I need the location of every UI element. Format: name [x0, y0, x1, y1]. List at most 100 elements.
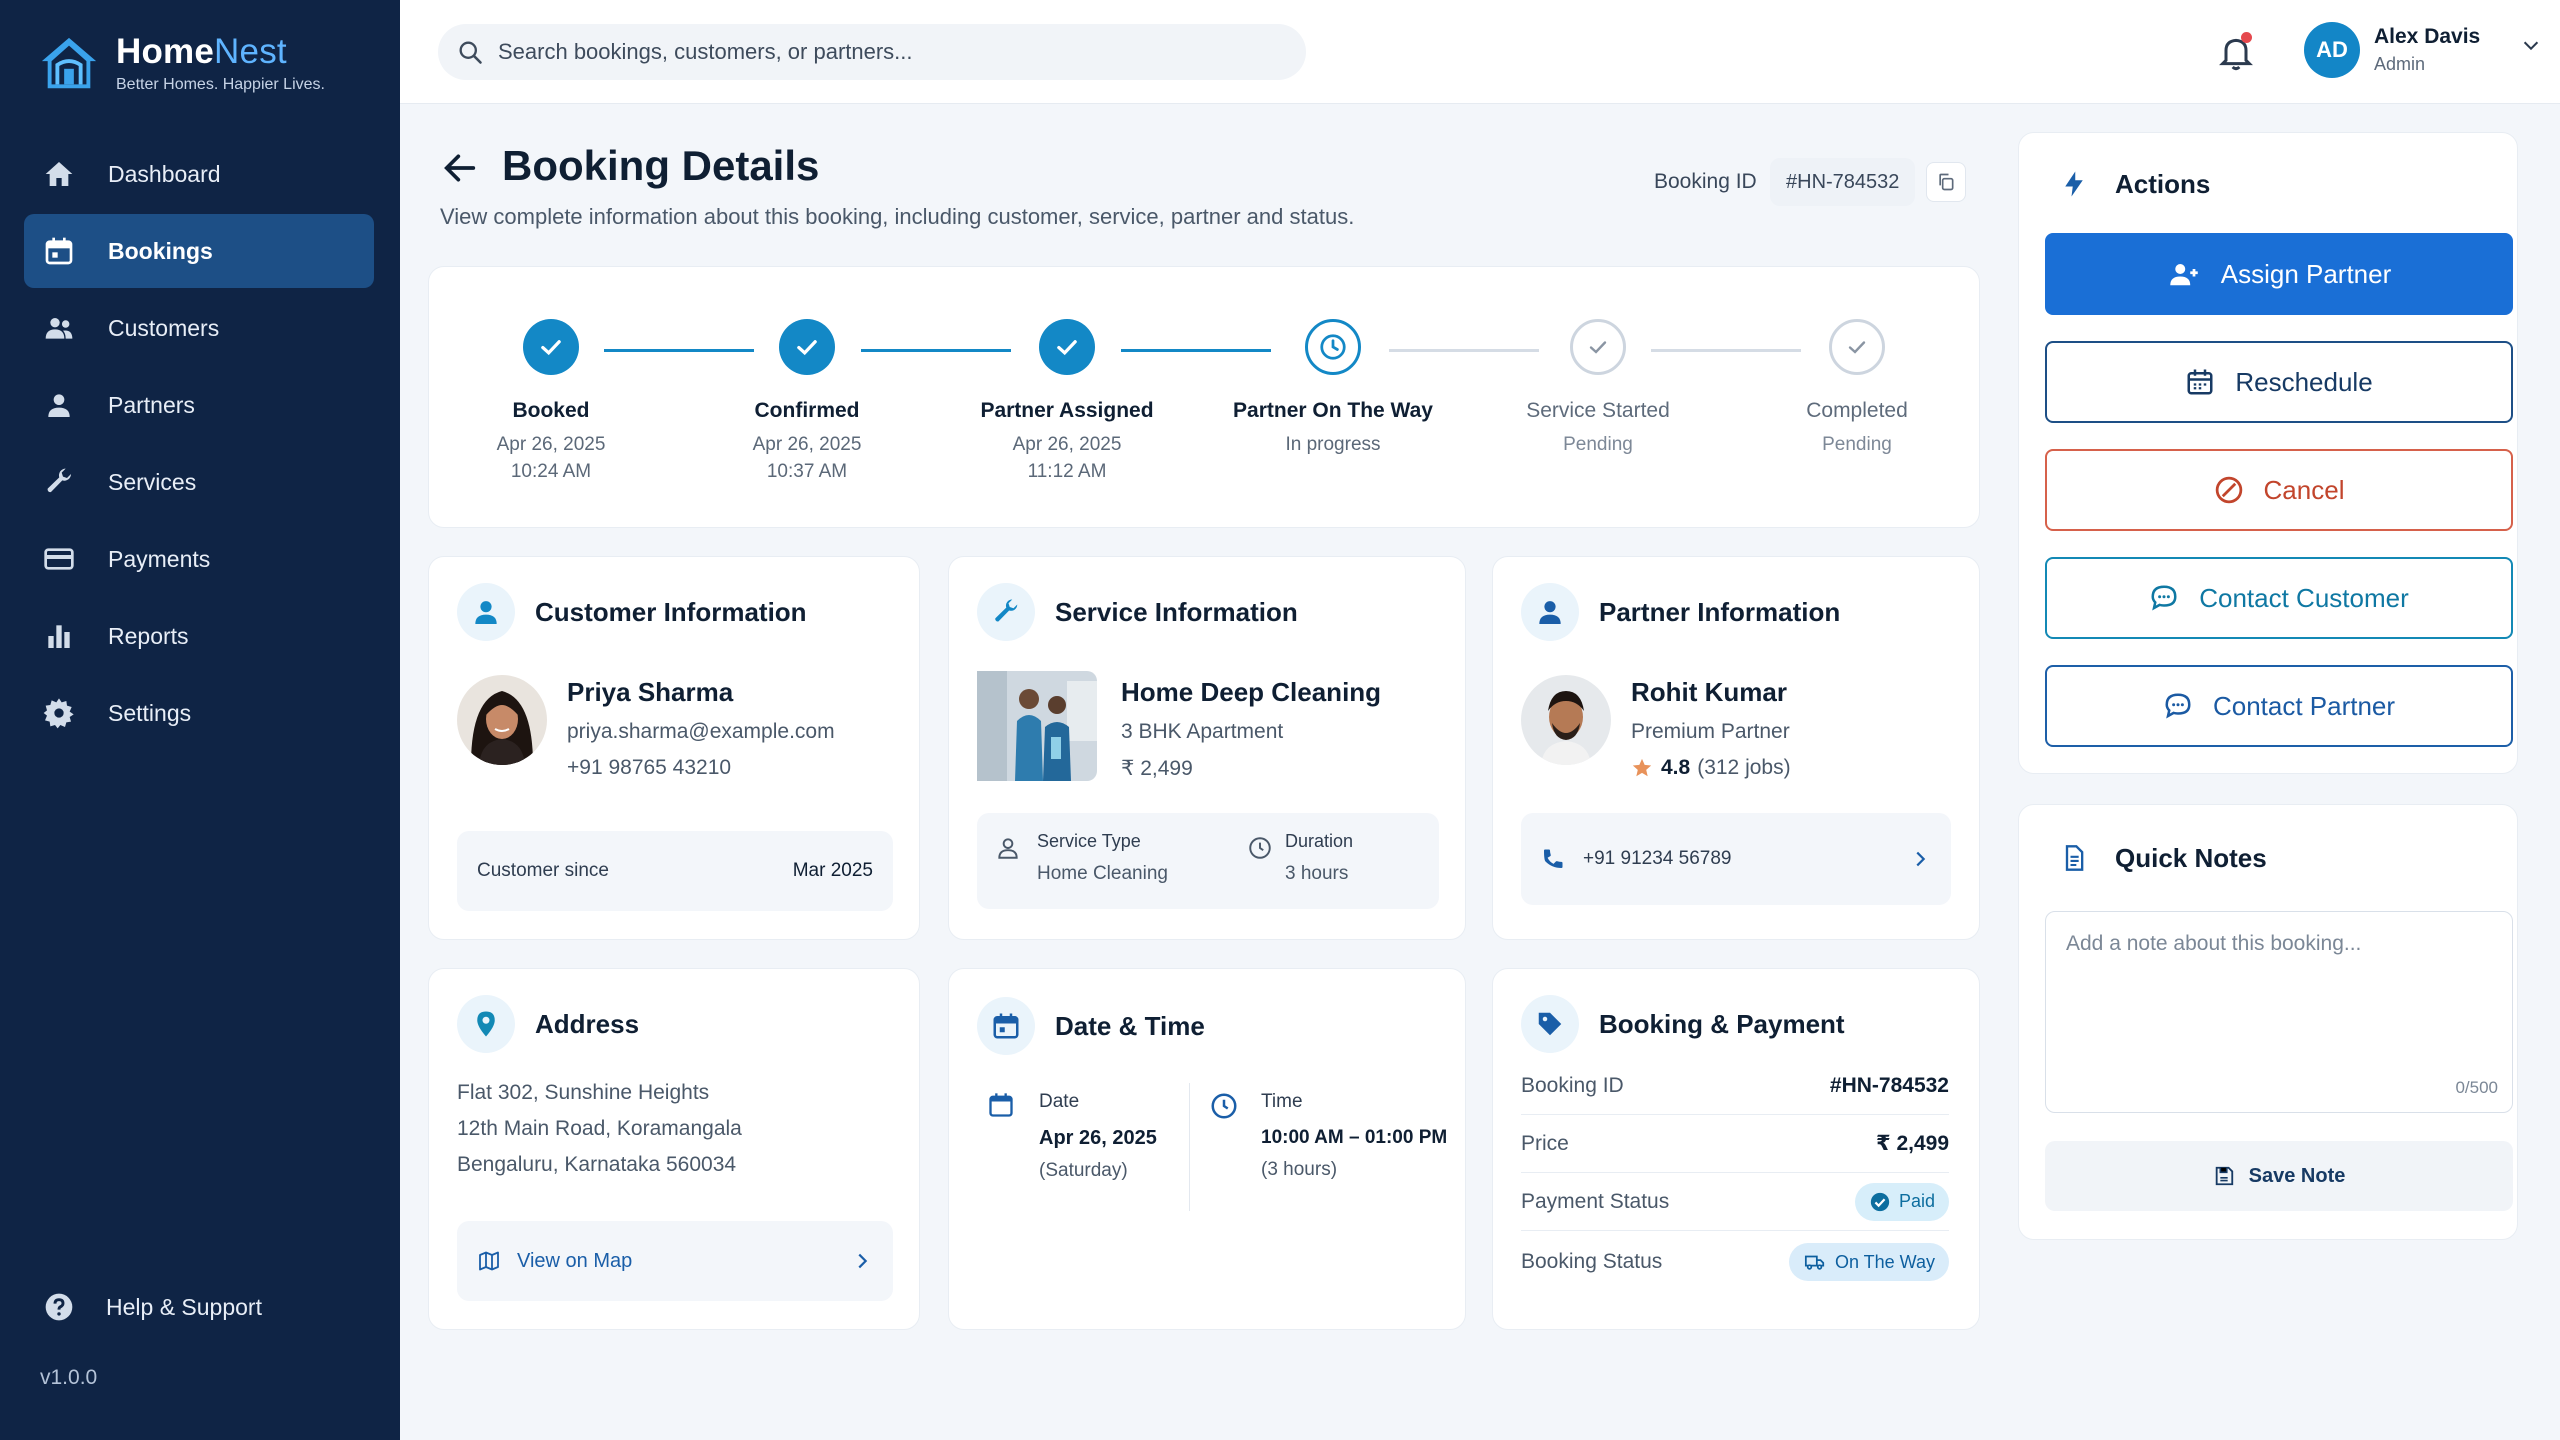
avatar: AD: [2304, 22, 2360, 78]
step-title: Booked: [512, 399, 590, 422]
progress-step-confirmed: Confirmed Apr 26, 2025 10:37 AM: [687, 319, 927, 485]
step-time: 10:37 AM: [766, 461, 848, 482]
copy-booking-id-button[interactable]: [1926, 162, 1966, 202]
notification-dot: [2241, 32, 2252, 43]
customer-email[interactable]: priya.sharma@example.com: [567, 720, 835, 744]
partner-phone-row[interactable]: +91 91234 56789: [1521, 813, 1951, 905]
sidebar-item-bookings[interactable]: Bookings: [24, 214, 374, 288]
map-icon: [479, 1251, 499, 1271]
row-label: Booking Status: [1521, 1250, 1663, 1273]
sidebar-item-services[interactable]: Services: [24, 445, 374, 519]
back-button[interactable]: [440, 148, 480, 188]
date-time-card: Date & Time Date Apr 26, 2025 (Saturday)…: [948, 968, 1466, 1330]
progress-step-booked: Booked Apr 26, 2025 10:24 AM: [431, 319, 671, 485]
save-note-label: Save Note: [2248, 1164, 2346, 1187]
view-on-map-button[interactable]: View on Map: [457, 1221, 893, 1301]
sidebar-item-reports[interactable]: Reports: [24, 599, 374, 673]
note-textarea[interactable]: [2046, 912, 2512, 1112]
home-icon: [42, 157, 76, 191]
clock-icon: [1305, 319, 1361, 375]
gear-icon: [42, 696, 76, 730]
section-title: Date & Time: [1055, 1010, 1205, 1041]
sidebar-item-dashboard[interactable]: Dashboard: [24, 137, 374, 211]
brand-name: HomeNest: [116, 32, 287, 71]
section-title: Actions: [2115, 168, 2211, 199]
section-title: Booking & Payment: [1599, 1008, 1845, 1039]
topbar: AD Alex Davis Admin: [400, 0, 2560, 104]
sidebar-item-label: Customers: [108, 314, 220, 341]
check-icon: [1039, 319, 1095, 375]
clock-icon: [1211, 1093, 1237, 1119]
notifications-button[interactable]: [2216, 32, 2256, 72]
service-type-label: Service Type: [1037, 831, 1141, 851]
document-icon: [2045, 829, 2103, 887]
chevron-right-icon: [858, 1253, 868, 1269]
assign-partner-button[interactable]: Assign Partner: [2045, 233, 2513, 315]
brand-tagline: Better Homes. Happier Lives.: [116, 76, 325, 93]
date-value: Apr 26, 2025: [1039, 1127, 1157, 1149]
brand[interactable]: HomeNest Better Homes. Happier Lives.: [38, 32, 325, 94]
step-date: Apr 26, 2025: [1012, 434, 1122, 455]
step-date: Apr 26, 2025: [496, 434, 606, 455]
calendar-icon: [989, 1093, 1013, 1117]
app-version: v1.0.0: [40, 1366, 98, 1389]
save-note-button[interactable]: Save Note: [2045, 1141, 2513, 1211]
step-title: Completed: [1806, 399, 1908, 422]
service-meta-box: Service Type Home Cleaning Duration 3 ho…: [977, 813, 1439, 909]
users-icon: [42, 311, 76, 345]
cancel-label: Cancel: [2263, 474, 2345, 505]
customer-info-card: Customer Information Priya Sharma priya.…: [428, 556, 920, 940]
progress-step-completed: Completed Pending: [1737, 319, 1977, 458]
booking-id-label: Booking ID: [1654, 170, 1757, 193]
sidebar-item-label: Partners: [108, 391, 195, 418]
service-type-value: Home Cleaning: [1037, 863, 1168, 884]
user-plus-icon: [2167, 259, 2201, 289]
contact-customer-button[interactable]: Contact Customer: [2045, 557, 2513, 639]
sidebar-item-label: Services: [108, 468, 197, 495]
customer-avatar: [457, 675, 547, 765]
row-value: #HN-784532: [1829, 1073, 1949, 1097]
partner-rating: 4.8 (312 jobs): [1631, 756, 1791, 780]
search-bar[interactable]: [438, 24, 1306, 80]
wrench-icon: [42, 465, 76, 499]
copy-icon: [1939, 173, 1954, 191]
phone-icon: [1544, 849, 1563, 868]
duration-label: Duration: [1285, 831, 1354, 851]
help-support-link[interactable]: Help & Support: [42, 1290, 262, 1324]
map-pin-icon: [457, 995, 515, 1053]
house-logo-icon: [41, 37, 97, 89]
chevron-down-icon: [2524, 41, 2539, 51]
partner-phone: +91 91234 56789: [1583, 848, 1732, 869]
row-label: Booking ID: [1521, 1073, 1624, 1097]
cancel-button[interactable]: Cancel: [2045, 449, 2513, 531]
user-role: Admin: [2374, 54, 2426, 74]
sidebar-item-partners[interactable]: Partners: [24, 368, 374, 442]
payment-row-booking-status: Booking Status On The Way: [1521, 1233, 1949, 1291]
user-name: Alex Davis: [2374, 25, 2481, 48]
sidebar-item-customers[interactable]: Customers: [24, 291, 374, 365]
service-price: ₹ 2,499: [1121, 757, 1193, 780]
calendar-icon: [2185, 367, 2215, 397]
sidebar-item-payments[interactable]: Payments: [24, 522, 374, 596]
time-value: 10:00 AM – 01:00 PM: [1261, 1127, 1448, 1148]
calendar-icon: [42, 234, 76, 268]
person-clean-icon: [998, 838, 1018, 859]
reschedule-button[interactable]: Reschedule: [2045, 341, 2513, 423]
service-detail: 3 BHK Apartment: [1121, 720, 1284, 743]
booking-status-text: On The Way: [1834, 1251, 1935, 1272]
page-subtitle: View complete information about this boo…: [440, 204, 1355, 229]
service-thumbnail: [977, 671, 1097, 781]
sidebar-item-label: Dashboard: [108, 160, 221, 187]
progress-step-service-started: Service Started Pending: [1478, 319, 1718, 458]
date-day: (Saturday): [1039, 1160, 1128, 1181]
section-title: Customer Information: [535, 596, 807, 627]
search-input[interactable]: [498, 39, 1258, 65]
sidebar-item-settings[interactable]: Settings: [24, 676, 374, 750]
row-value: ₹ 2,499: [1876, 1132, 1949, 1155]
check-icon: [523, 319, 579, 375]
address-card: Address Flat 302, Sunshine Heights 12th …: [428, 968, 920, 1330]
date-label: Date: [1039, 1091, 1080, 1112]
contact-partner-button[interactable]: Contact Partner: [2045, 665, 2513, 747]
credit-card-icon: [42, 542, 76, 576]
user-menu[interactable]: AD Alex Davis Admin: [2304, 22, 2542, 78]
